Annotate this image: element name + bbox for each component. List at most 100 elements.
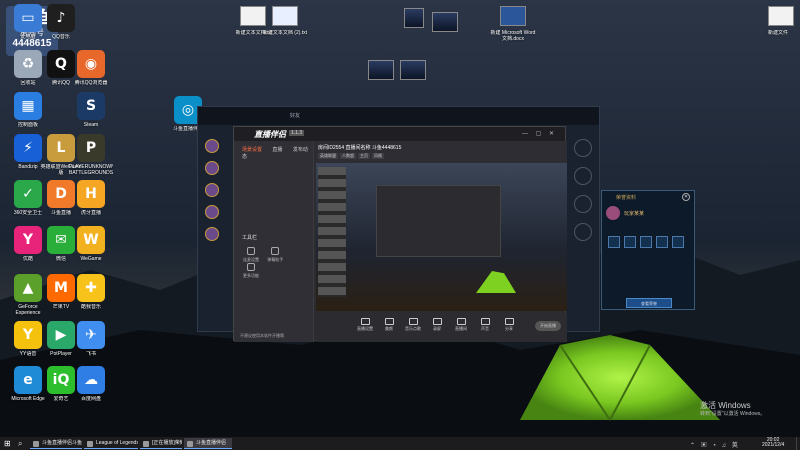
btn-room[interactable]: 直播间 <box>450 318 472 332</box>
mic-icon <box>247 247 255 255</box>
tool-more-label: 更多功能 <box>243 273 259 278</box>
desktop-icon-huya-icon: H <box>77 180 105 208</box>
search-icon[interactable]: ⌕ <box>18 439 22 449</box>
desktop-icon-pubg-icon: P <box>77 134 105 162</box>
league-friends-label: 好友 <box>290 113 301 119</box>
desktop-icon-recycle-bin-icon: ♻ <box>14 50 42 78</box>
league-client-titlebar[interactable] <box>198 107 599 125</box>
desktop-icon-qq-music[interactable]: ♪ QQ音乐 <box>39 4 83 40</box>
btn-share-label: 分享 <box>505 326 513 331</box>
desktop-icon-pubg[interactable]: P PLAYERUNKNOWN'S BATTLEGROUNDS <box>69 134 113 176</box>
clock-date: 2021/12/4 <box>762 442 785 448</box>
desktop-icon-firefox[interactable]: ◉ 腾讯QQ浏览器 <box>69 50 113 86</box>
taskbar-clock[interactable]: 20:02 2021/12/4 <box>762 438 784 448</box>
file-doc-1-icon[interactable] <box>240 6 266 26</box>
tag[interactable]: 人数超 <box>340 153 356 159</box>
friend-avatar[interactable] <box>205 205 219 219</box>
tag[interactable]: 主页 <box>358 153 370 159</box>
badge-icon <box>624 236 636 248</box>
desktop-icon-kugou[interactable]: ✚ 酷我音乐 <box>69 274 113 310</box>
desktop-icon-steam[interactable]: S Steam <box>69 92 113 128</box>
taskbar-item-player[interactable]: [正在播放]荣耀... <box>140 438 182 449</box>
windows-activation-notice: 激活 Windows 转到"设置"以激活 Windows。 <box>700 401 765 419</box>
tag[interactable]: 英雄联盟 <box>318 153 338 159</box>
desktop-icon-yy-icon: Y <box>14 321 42 349</box>
system-tray-icons[interactable]: ⌃ ▣ ◔ ♫ 英 <box>690 440 740 449</box>
friend-avatar[interactable] <box>205 227 219 241</box>
share-icon <box>504 318 514 325</box>
activation-title: 激活 Windows <box>700 401 751 410</box>
btn-room-label: 直播间 <box>455 326 467 331</box>
friend-avatar[interactable] <box>205 139 219 153</box>
desktop-icon-youku-icon: Y <box>14 226 42 254</box>
screenshot-thumb-2[interactable] <box>432 12 458 32</box>
bottom-toolbar: 直播设置 美颜 音乐点歌 录屏 直播间 声音 分享 开始直播 <box>316 313 567 342</box>
honor-badges <box>606 236 692 250</box>
friend-ring[interactable] <box>574 195 592 213</box>
file-blank-label: 新建文件 <box>767 30 788 36</box>
desktop-icon-firefox-label: 腾讯QQ浏览器 <box>74 80 108 86</box>
btn-record-label: 录屏 <box>433 326 441 331</box>
btn-sound-label: 声音 <box>481 326 489 331</box>
file-blank[interactable]: 新建文件 <box>756 28 800 36</box>
window-controls[interactable]: — ▢ ✕ <box>522 130 557 137</box>
file-doc-2[interactable]: 新建文本文档 (2).txt <box>262 28 308 36</box>
file-blank-icon[interactable] <box>768 6 794 26</box>
start-live-button[interactable]: 开始直播 <box>535 321 561 331</box>
taskbar: ⊞ ⌕ 斗鱼直播伴侣斗鱼直播 League of Legends [正在播放]荣… <box>0 437 800 450</box>
tag[interactable]: 风格 <box>372 153 384 159</box>
taskbar-item-league[interactable]: League of Legends <box>84 438 138 449</box>
view-honor-button[interactable]: 查看荣誉 <box>626 298 672 308</box>
file-word[interactable]: 新建 Microsoft Word 文档.docx <box>490 28 536 42</box>
league-profile-popup[interactable]: 荣誉资料 ✕ 玩家某某 查看荣誉 <box>601 190 695 310</box>
file-word-icon[interactable] <box>500 6 526 26</box>
streaming-app-titlebar[interactable]: 直播伴侣 1.1.3 — ▢ ✕ <box>234 127 565 141</box>
screenshot-thumb-3[interactable] <box>368 60 394 80</box>
show-desktop-button[interactable] <box>796 437 800 450</box>
desktop-icon-baidu-netdisk-label: 百度网盘 <box>80 396 101 402</box>
screenshot-thumb-4[interactable] <box>400 60 426 80</box>
streaming-app-window[interactable]: 直播伴侣 1.1.3 — ▢ ✕ 场景设置 直播 发布动态 工具栏 连麦设置 弹… <box>233 126 567 342</box>
btn-beauty[interactable]: 美颜 <box>378 318 400 332</box>
friend-ring[interactable] <box>574 223 592 241</box>
desktop-icon-huya[interactable]: H 虎牙直播 <box>69 180 113 216</box>
friend-avatar[interactable] <box>205 183 219 197</box>
btn-share[interactable]: 分享 <box>498 318 520 332</box>
tab-scene[interactable]: 场景设置 <box>242 147 262 153</box>
tab-live[interactable]: 直播 <box>272 147 282 153</box>
desktop-icon-baidu-netdisk-icon: ☁ <box>77 366 105 394</box>
btn-live-settings[interactable]: 直播设置 <box>354 318 376 332</box>
tool-danmu[interactable]: 弹幕助手 <box>264 247 286 263</box>
close-icon[interactable]: ✕ <box>682 193 690 201</box>
badge-icon <box>672 236 684 248</box>
tools-row: 连麦设置 弹幕助手 更多功能 <box>240 247 310 279</box>
desktop-icon-control-panel[interactable]: ▦ 控制面板 <box>6 92 50 128</box>
desktop-icon-steam-icon: S <box>77 92 105 120</box>
monitor-icon <box>360 318 370 325</box>
profile-avatar <box>606 206 620 220</box>
btn-record[interactable]: 录屏 <box>426 318 448 332</box>
stream-preview-canvas[interactable] <box>316 163 567 311</box>
taskbar-item-companion[interactable]: 斗鱼直播伴侣 <box>184 438 232 449</box>
desktop-icon-wegame[interactable]: W WeGame <box>69 226 113 262</box>
tent-reflection <box>476 271 516 293</box>
screenshot-thumb-1[interactable] <box>404 8 424 28</box>
friend-avatar[interactable] <box>205 161 219 175</box>
file-doc-2-label: 新建文本文档 (2).txt <box>262 30 308 36</box>
desktop-icon-baidu-netdisk[interactable]: ☁ 百度网盘 <box>69 366 113 402</box>
tool-mic[interactable]: 连麦设置 <box>240 247 262 263</box>
scene-panel: 场景设置 直播 发布动态 工具栏 连麦设置 弹幕助手 更多功能 不建议使用本软件… <box>234 141 314 342</box>
desktop-icon-wegame-label: WeGame <box>80 256 102 262</box>
windows-start-icon[interactable]: ⊞ <box>4 439 11 448</box>
friend-ring[interactable] <box>574 139 592 157</box>
btn-sound[interactable]: 声音 <box>474 318 496 332</box>
file-doc-2-icon[interactable] <box>272 6 298 26</box>
taskbar-item-douyu[interactable]: 斗鱼直播伴侣斗鱼直播 <box>30 438 82 449</box>
desktop-icon-feishu[interactable]: ✈ 飞书 <box>69 321 113 357</box>
friend-ring[interactable] <box>574 167 592 185</box>
btn-music[interactable]: 音乐点歌 <box>402 318 424 332</box>
btn-live-settings-label: 直播设置 <box>357 326 373 331</box>
desktop-icon-qq-music-label: QQ音乐 <box>52 34 70 40</box>
activation-subtitle: 转到"设置"以激活 Windows。 <box>700 411 766 417</box>
tool-more[interactable]: 更多功能 <box>240 263 262 279</box>
